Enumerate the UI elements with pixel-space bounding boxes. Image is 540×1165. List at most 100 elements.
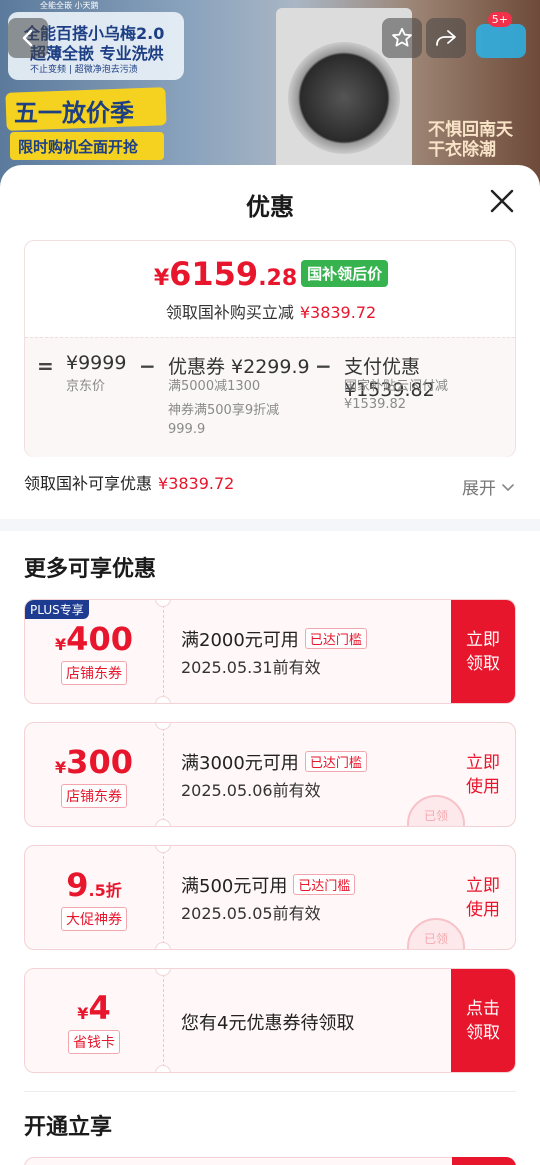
- banner-promo-line2: 超薄全嵌 专业洗烘: [30, 44, 164, 63]
- final-price: ¥6159.28 国补领后价: [25, 255, 517, 293]
- price-integer: 6159: [169, 255, 259, 293]
- coupon-discount-detail1: 满5000减1300: [168, 379, 261, 394]
- threshold-reached-badge: 已达门槛: [304, 751, 367, 772]
- coupon-separator: [163, 846, 164, 949]
- minus-sign: −: [139, 354, 156, 378]
- coupon-notch: [155, 1065, 171, 1072]
- coupon-condition: 满500元可用 已达门槛: [181, 872, 356, 898]
- payment-discount-detail2: ¥1539.82: [344, 397, 407, 412]
- coupon-amount: 9.5折: [25, 866, 163, 904]
- coupon-type-label: 大促神券: [61, 907, 127, 931]
- chevron-left-icon: [22, 29, 33, 47]
- coupon-validity: 2025.05.06前有效: [181, 781, 321, 800]
- price-reduction: 领取国补购买立减 ¥3839.72: [25, 299, 517, 323]
- savings-card-text: 您有4元优惠券待领取: [181, 1013, 355, 1034]
- star-icon: [392, 27, 412, 47]
- section-divider: [0, 519, 540, 531]
- coupon-yen: ¥: [55, 758, 67, 777]
- back-button[interactable]: [8, 18, 48, 58]
- discount-sheet: 优惠 ¥6159.28 国补领后价 领取国补购买立减 ¥3839.72 = ¥999…: [0, 165, 540, 1165]
- coupon-left: ¥300 店铺东券: [25, 723, 163, 826]
- coupon-separator: [163, 723, 164, 826]
- chevron-down-icon: [502, 484, 515, 492]
- coupon-type: 店铺东券: [25, 784, 163, 808]
- equals-sign: =: [37, 354, 54, 378]
- membership-action-partial[interactable]: [452, 1157, 516, 1165]
- close-icon: [490, 189, 514, 213]
- subsidy-discount-label: 领取国补可享优惠: [24, 474, 153, 493]
- banner-top-strip: 全能全嵌 小天鹅: [40, 1, 99, 10]
- expand-button[interactable]: 展开: [462, 474, 515, 499]
- coupon-left: ¥4 省钱卡: [25, 969, 163, 1072]
- coupon-value: 400: [66, 620, 133, 658]
- coupon-amount: ¥300: [25, 743, 163, 781]
- coupon-condition-text: 满500元可用: [181, 876, 288, 897]
- use-coupon-label: 立即 使用: [466, 875, 500, 920]
- use-coupon-button[interactable]: 立即 使用: [451, 723, 515, 826]
- base-price: ¥9999: [66, 352, 127, 374]
- claim-savings-label: 点击 领取: [466, 998, 500, 1043]
- claim-coupon-label: 立即 领取: [466, 629, 500, 674]
- coupon-card: ¥300 店铺东券 满3000元可用 已达门槛 2025.05.06前有效 已领 …: [24, 722, 516, 827]
- coupon-card: 9.5折 大促神券 满500元可用 已达门槛 2025.05.05前有效 已领 立…: [24, 845, 516, 950]
- coupon-value: 4: [88, 989, 111, 1027]
- price-yen: ¥: [153, 266, 170, 291]
- coupon-type: 省钱卡: [25, 1030, 163, 1054]
- washer-door: [288, 42, 400, 154]
- coupon-type-label: 店铺东券: [61, 784, 127, 808]
- more-count-badge: 5+: [487, 12, 512, 27]
- expand-label: 展开: [462, 479, 496, 499]
- banner-right-text: 不惧回南天 干衣除潮: [428, 120, 513, 160]
- price-summary-card: ¥6159.28 国补领后价 领取国补购买立减 ¥3839.72 = ¥9999 京…: [24, 240, 516, 457]
- share-button[interactable]: [426, 18, 466, 58]
- open-enjoy-title: 开通立享: [24, 1115, 113, 1140]
- coupon-condition: 满3000元可用 已达门槛: [181, 749, 367, 775]
- coupon-value: 9: [66, 866, 89, 904]
- coupon-separator: [163, 969, 164, 1072]
- reduction-label: 领取国补购买立减: [165, 303, 294, 322]
- banner-promo-line3: 不止变频 | 超微净泡去污渍: [30, 65, 138, 75]
- minus-sign: −: [315, 354, 332, 378]
- coupon-validity: 2025.05.31前有效: [181, 658, 321, 677]
- coupon-type-label: 店铺东券: [61, 661, 127, 685]
- claim-coupon-button[interactable]: 立即 领取: [451, 600, 515, 703]
- claim-savings-button[interactable]: 点击 领取: [451, 969, 515, 1072]
- more-discounts-title: 更多可享优惠: [24, 557, 157, 582]
- coupon-suffix: .5折: [88, 881, 122, 900]
- coupon-yen: ¥: [77, 1004, 89, 1023]
- coupon-left: 9.5折 大促神券: [25, 846, 163, 949]
- threshold-reached-badge: 已达门槛: [293, 874, 356, 895]
- price-breakdown: = ¥9999 京东价 − 优惠券 ¥2299.9 满5000减1300 神券满…: [25, 337, 515, 457]
- section-divider-line: [24, 1091, 516, 1092]
- coupon-type-label: 省钱卡: [68, 1030, 120, 1054]
- membership-card-partial: [24, 1157, 516, 1165]
- more-button[interactable]: 5+: [470, 12, 512, 58]
- coupon-yen: ¥: [55, 635, 67, 654]
- favorite-button[interactable]: [382, 18, 422, 58]
- coupon-notch: [155, 819, 171, 826]
- share-icon: [436, 30, 456, 46]
- coupon-discount-detail3: 999.9: [168, 422, 206, 437]
- coupon-type: 店铺东券: [25, 661, 163, 685]
- base-price-label: 京东价: [66, 379, 106, 394]
- plus-exclusive-tag: PLUS专享: [25, 600, 89, 619]
- use-coupon-label: 立即 使用: [466, 752, 500, 797]
- coupon-separator: [163, 600, 164, 703]
- threshold-reached-badge: 已达门槛: [304, 628, 367, 649]
- subsidy-discount-row: 领取国补可享优惠 ¥3839.72: [24, 470, 234, 494]
- coupon-discount-detail2: 神券满500享9折减: [168, 403, 280, 418]
- banner-limit-text: 限时购机全面开抢: [18, 138, 139, 156]
- coupon-amount: ¥400: [25, 620, 163, 658]
- coupon-card: ¥400 店铺东券 PLUS专享 满2000元可用 已达门槛 2025.05.31…: [24, 599, 516, 704]
- use-coupon-button[interactable]: 立即 使用: [451, 846, 515, 949]
- coupon-type: 大促神券: [25, 907, 163, 931]
- coupon-condition: 满2000元可用 已达门槛: [181, 626, 367, 652]
- coupon-notch: [155, 942, 171, 949]
- coupon-card: ¥4 省钱卡 您有4元优惠券待领取 点击 领取: [24, 968, 516, 1073]
- sheet-title: 优惠: [246, 193, 294, 221]
- banner-sale-text: 五一放价季: [14, 99, 134, 127]
- coupon-amount: ¥4: [25, 989, 163, 1027]
- coupon-validity: 2025.05.05前有效: [181, 904, 321, 923]
- close-button[interactable]: [484, 183, 520, 219]
- coupon-condition-text: 满2000元可用: [181, 630, 299, 651]
